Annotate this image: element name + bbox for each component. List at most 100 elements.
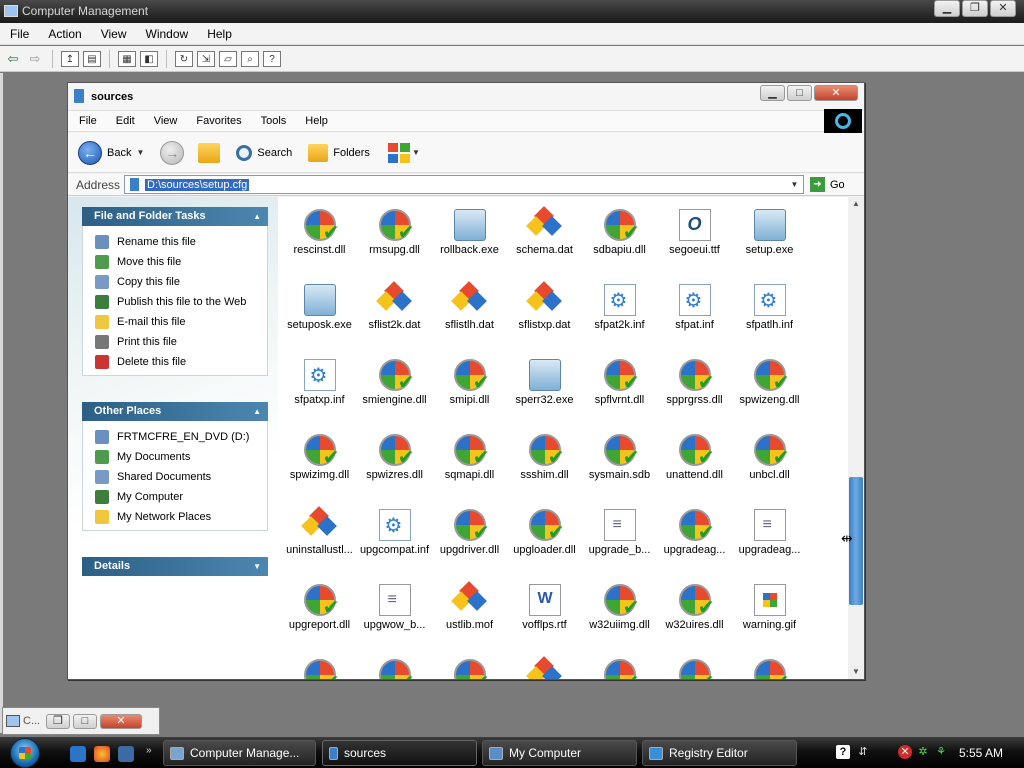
views-dropdown-icon[interactable]: ▼ <box>412 148 420 157</box>
search-icon[interactable] <box>236 144 253 161</box>
file-folder-task-item[interactable]: Publish this file to the Web <box>83 292 267 312</box>
minimized-close-button[interactable]: ✕ <box>100 713 142 729</box>
vertical-scrollbar[interactable]: ▲ ▼ <box>848 197 864 679</box>
show-hide-tree-icon[interactable]: ▤ <box>83 50 101 67</box>
file-item[interactable]: rmsupg.dll <box>357 205 432 280</box>
help-icon[interactable]: ? <box>836 745 850 759</box>
refresh-icon[interactable]: ↻ <box>175 50 193 67</box>
file-item[interactable]: spflvrnt.dll <box>582 355 657 430</box>
folders-button-label[interactable]: Folders <box>333 147 370 159</box>
folders-icon[interactable] <box>308 143 329 162</box>
outer-close-button[interactable]: ✕ <box>990 0 1016 17</box>
file-item[interactable]: rescinst.dll <box>282 205 357 280</box>
file-item[interactable] <box>507 655 582 679</box>
file-item[interactable]: sflistlh.dat <box>432 280 507 355</box>
outer-menu-file[interactable]: File <box>0 27 38 41</box>
file-item[interactable]: spprgrss.dll <box>657 355 732 430</box>
file-list-view[interactable]: rescinst.dll rmsupg.dll rollback.exe schema… <box>278 197 848 679</box>
file-item[interactable]: spwizeng.dll <box>732 355 807 430</box>
address-value[interactable]: D:\sources\setup.cfg <box>145 178 250 191</box>
task-registry-editor[interactable]: Registry Editor <box>642 740 797 766</box>
menu-file[interactable]: File <box>68 115 105 127</box>
file-item[interactable]: upgcompat.inf <box>357 505 432 580</box>
show-hide-pane-icon[interactable]: ◧ <box>140 50 158 67</box>
other-place-item[interactable]: Shared Documents <box>83 467 267 487</box>
file-folder-task-item[interactable]: Copy this file <box>83 272 267 292</box>
file-folder-task-item[interactable]: Delete this file <box>83 352 267 372</box>
back-arrow-icon[interactable]: ⇦ <box>4 51 22 67</box>
task-sources[interactable]: sources <box>322 740 477 766</box>
file-item[interactable]: smiengine.dll <box>357 355 432 430</box>
show-desktop-icon[interactable] <box>118 746 134 762</box>
find-icon[interactable]: ⌕ <box>241 50 259 67</box>
outer-minimize-button[interactable]: ▁ <box>934 0 960 17</box>
file-item[interactable]: upgradeag... <box>657 505 732 580</box>
file-item[interactable]: smipi.dll <box>432 355 507 430</box>
file-item[interactable]: sfpatlh.inf <box>732 280 807 355</box>
file-item[interactable]: sfpat.inf <box>657 280 732 355</box>
file-item[interactable]: setup.exe <box>732 205 807 280</box>
back-dropdown-icon[interactable]: ▼ <box>136 148 144 157</box>
outer-menu-view[interactable]: View <box>91 27 136 41</box>
search-button-label[interactable]: Search <box>257 147 292 159</box>
address-input[interactable]: D:\sources\setup.cfg ▼ <box>124 175 804 194</box>
file-folder-task-item[interactable]: Print this file <box>83 332 267 352</box>
other-place-item[interactable]: My Network Places <box>83 507 267 527</box>
outer-menu-help[interactable]: Help <box>197 27 241 41</box>
scroll-down-arrow-icon[interactable]: ▼ <box>848 665 864 679</box>
collapse-chevron-icon[interactable]: ▲ <box>253 207 261 226</box>
file-item[interactable]: w32uires.dll <box>657 580 732 655</box>
file-item[interactable]: sfpatxp.inf <box>282 355 357 430</box>
file-item[interactable]: upgreport.dll <box>282 580 357 655</box>
windows-update-icon[interactable]: ⚘ <box>934 745 948 759</box>
file-item[interactable]: upgwow_b... <box>357 580 432 655</box>
minimized-restore-button[interactable]: ❐ <box>46 713 70 729</box>
file-item[interactable]: ustlib.mof <box>432 580 507 655</box>
other-places-header[interactable]: Other Places ▲ <box>82 402 268 421</box>
minimized-window[interactable]: C... ❐ □ ✕ <box>2 707 160 735</box>
file-item[interactable] <box>657 655 732 679</box>
menu-view[interactable]: View <box>143 115 186 127</box>
outer-menu-window[interactable]: Window <box>136 27 198 41</box>
scroll-up-arrow-icon[interactable]: ▲ <box>848 197 864 211</box>
security-alert-icon[interactable]: ✕ <box>898 745 912 759</box>
file-item[interactable]: warning.gif <box>732 580 807 655</box>
menu-edit[interactable]: Edit <box>105 115 143 127</box>
file-item[interactable]: unattend.dll <box>657 430 732 505</box>
file-item[interactable] <box>582 655 657 679</box>
file-item[interactable]: unbcl.dll <box>732 430 807 505</box>
quick-launch-chevron-icon[interactable]: » <box>146 745 152 756</box>
clock[interactable]: 5:55 AM <box>959 746 1003 760</box>
tray-arrows-icon[interactable]: ⇵ <box>856 745 870 759</box>
explorer-minimize-button[interactable]: ▁ <box>760 85 785 101</box>
file-item[interactable]: sysmain.sdb <box>582 430 657 505</box>
file-item[interactable]: upgrade_b... <box>582 505 657 580</box>
file-item[interactable]: ssshim.dll <box>507 430 582 505</box>
file-item[interactable]: sqmapi.dll <box>432 430 507 505</box>
explorer-title-bar[interactable]: sources ▁ □ ✕ <box>68 83 864 110</box>
file-item[interactable]: sperr32.exe <box>507 355 582 430</box>
help-book-icon[interactable]: ? <box>263 50 281 67</box>
file-item[interactable]: uninstallustl... <box>282 505 357 580</box>
collapse-chevron-icon[interactable]: ▲ <box>253 402 261 421</box>
minimized-maximize-button[interactable]: □ <box>73 713 97 729</box>
open-folder-icon[interactable]: ▱ <box>219 50 237 67</box>
file-item[interactable] <box>357 655 432 679</box>
back-button-label[interactable]: Back <box>107 147 131 159</box>
explorer-close-button[interactable]: ✕ <box>814 85 858 101</box>
file-folder-task-item[interactable]: Move this file <box>83 252 267 272</box>
task-computer-management[interactable]: Computer Manage... <box>163 740 316 766</box>
menu-tools[interactable]: Tools <box>250 115 295 127</box>
file-folder-task-item[interactable]: E-mail this file <box>83 312 267 332</box>
expand-chevron-icon[interactable]: ▼ <box>253 557 261 576</box>
go-button[interactable]: ➜ Go <box>810 177 845 192</box>
back-arrow-icon[interactable]: ← <box>78 140 102 165</box>
start-button[interactable] <box>10 738 40 768</box>
explorer-maximize-button[interactable]: □ <box>787 85 812 101</box>
other-place-item[interactable]: My Documents <box>83 447 267 467</box>
file-item[interactable]: segoeui.ttf <box>657 205 732 280</box>
file-item[interactable]: upgdriver.dll <box>432 505 507 580</box>
file-folder-tasks-header[interactable]: File and Folder Tasks ▲ <box>82 207 268 226</box>
up-folder-icon[interactable] <box>198 142 221 163</box>
file-item[interactable]: sflist2k.dat <box>357 280 432 355</box>
